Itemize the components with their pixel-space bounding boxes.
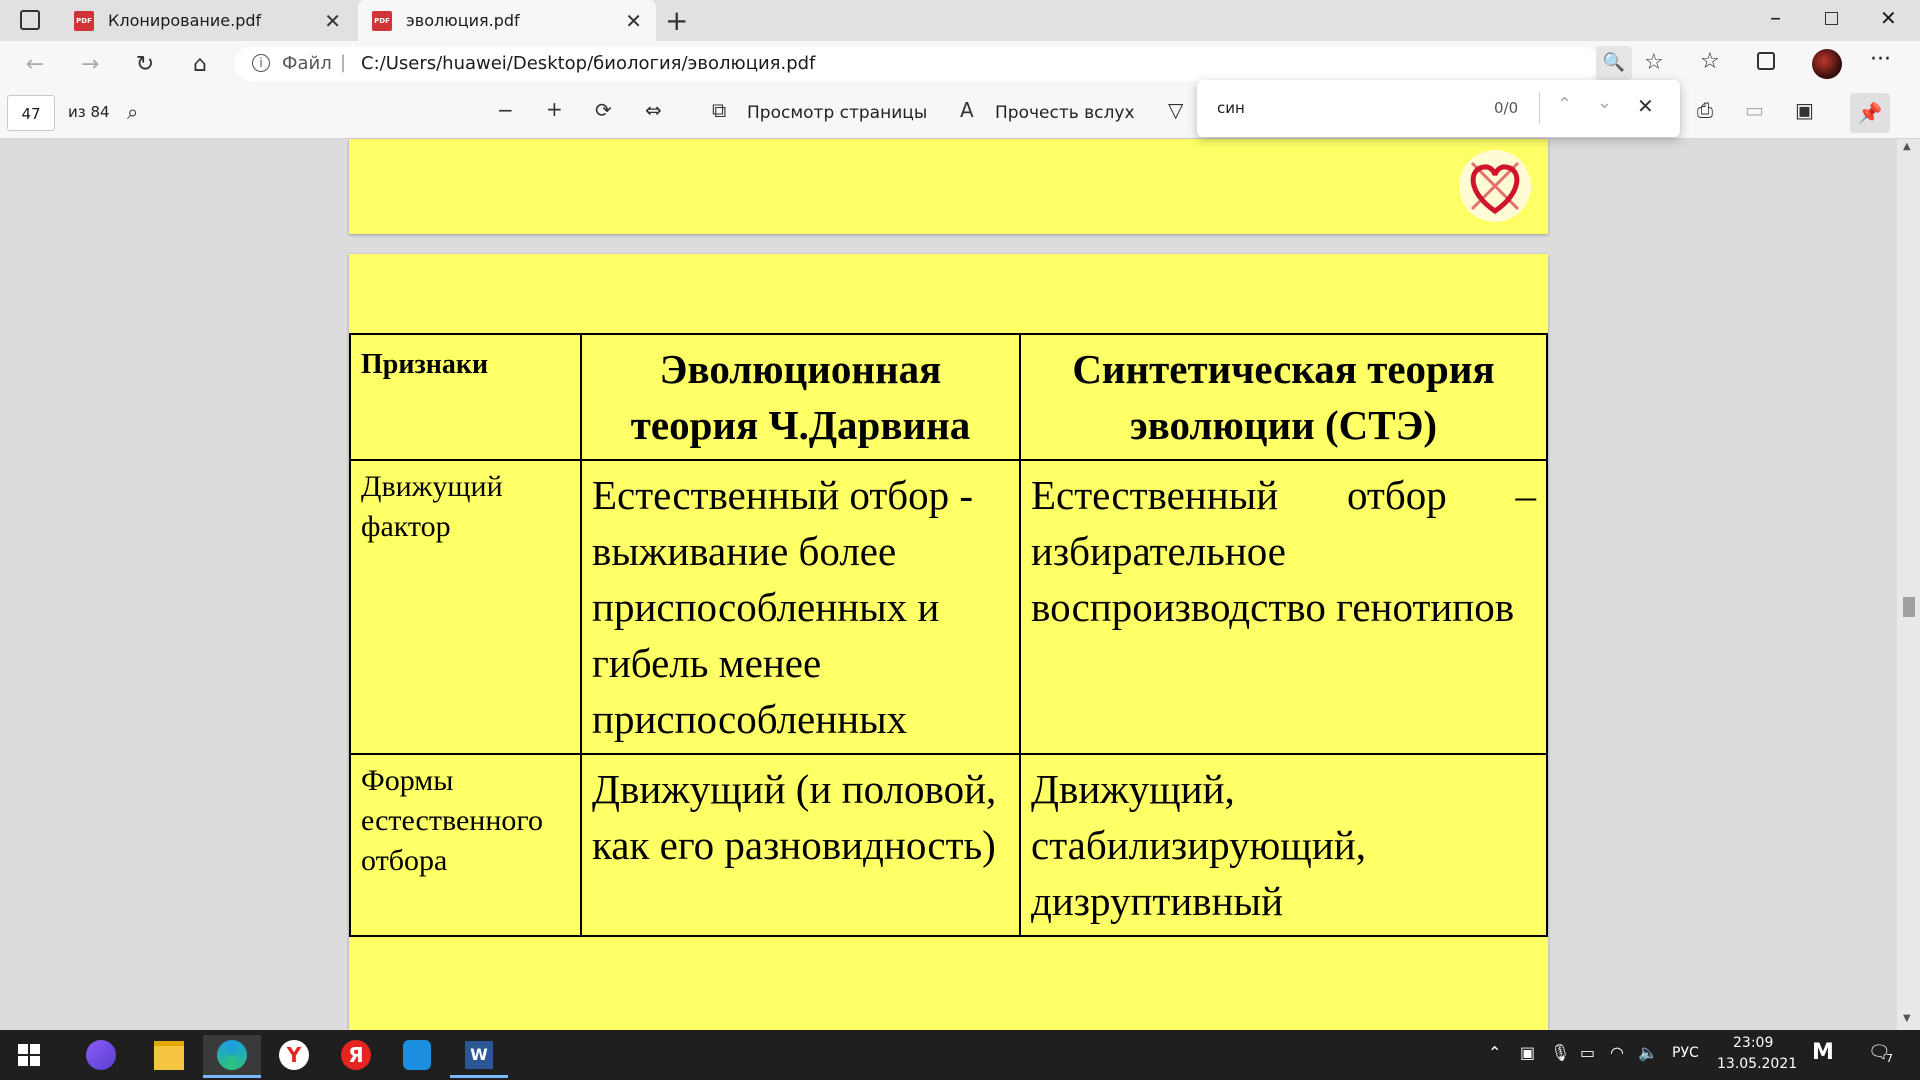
wifi-icon[interactable]: ◠ — [1610, 1043, 1624, 1062]
edge-browser-icon[interactable] — [203, 1035, 261, 1078]
tab-strip: PDF Клонирование.pdf ✕ PDF эволюция.pdf … — [0, 0, 1920, 41]
yandex-browser-icon[interactable]: Y — [265, 1035, 323, 1075]
table-row: Формы естественного отбора Движущий (и п… — [349, 753, 1548, 937]
minimize-button[interactable]: – — [1770, 6, 1781, 31]
file-explorer-icon[interactable] — [140, 1035, 198, 1075]
new-tab-button[interactable]: + — [665, 4, 688, 37]
address-separator: | — [340, 52, 347, 73]
scheme-label: Файл — [282, 53, 332, 74]
more-menu-button[interactable]: ··· — [1870, 47, 1891, 72]
home-button[interactable]: ⌂ — [185, 49, 215, 79]
notifications-count: 7 — [1886, 1052, 1893, 1065]
pin-toolbar-icon[interactable]: 📌 — [1850, 93, 1890, 133]
cell-ste-driving-factor: Естественный отбор – избирательное воспр… — [1019, 459, 1548, 755]
collections-button[interactable] — [1757, 52, 1775, 70]
microphone-icon[interactable]: 🎙 — [1550, 1043, 1570, 1062]
page-view-icon[interactable]: ⧉ — [712, 98, 726, 122]
pdf-viewer[interactable]: Признаки Эволюционная теория Ч.Дарвина С… — [0, 139, 1920, 1030]
evolution-comparison-table: Признаки Эволюционная теория Ч.Дарвина С… — [349, 333, 1548, 937]
print-icon[interactable]: ⎙ — [1697, 98, 1713, 122]
url-text[interactable]: C:/Users/huawei/Desktop/биология/эволюци… — [361, 53, 815, 74]
vertical-scrollbar[interactable]: ▲ ▼ — [1897, 139, 1920, 1030]
tray-expand-icon[interactable]: ⌃ — [1488, 1043, 1501, 1062]
start-button[interactable] — [0, 1035, 58, 1075]
address-bar[interactable]: i Файл | C:/Users/huawei/Desktop/биологи… — [234, 46, 1664, 81]
search-icon[interactable]: ⌕ — [127, 100, 138, 124]
add-favorite-icon[interactable]: ☆ — [1644, 50, 1664, 75]
page-total: из 84 — [68, 103, 110, 121]
pdf-file-icon: PDF — [372, 10, 392, 31]
page-number-input[interactable]: 47 — [7, 95, 55, 131]
info-icon[interactable]: i — [252, 54, 270, 72]
pdf-page-current: Признаки Эволюционная теория Ч.Дарвина С… — [349, 254, 1548, 1030]
refresh-button[interactable]: ↻ — [130, 49, 160, 79]
language-indicator[interactable]: РУС — [1672, 1045, 1699, 1061]
taskbar: Y Я W ⌃ ▣ 🎙 ▭ ◠ 🔈 РУС 23:09 13.05.2021 M… — [0, 1030, 1920, 1080]
header-features: Признаки — [349, 333, 582, 461]
word-icon[interactable]: W — [450, 1035, 508, 1078]
restore-button[interactable] — [1825, 12, 1838, 25]
page-view-button[interactable]: Просмотр страницы — [747, 103, 927, 123]
rotate-icon[interactable]: ⟳ — [595, 98, 612, 122]
clock-date[interactable]: 13.05.2021 — [1717, 1056, 1797, 1072]
find-divider — [1539, 92, 1540, 124]
page-search-icon[interactable]: 🔍 — [1596, 46, 1632, 80]
find-close-icon[interactable]: ✕ — [1637, 94, 1654, 118]
tab-title: эволюция.pdf — [406, 11, 520, 30]
zoom-in-icon[interactable]: + — [546, 97, 563, 121]
table-header-row: Признаки Эволюционная теория Ч.Дарвина С… — [349, 333, 1548, 461]
row-label-selection-forms: Формы естественного отбора — [349, 753, 582, 937]
cell-ste-selection-forms: Движущий, стабилизирующий, дизруптивный — [1019, 753, 1548, 937]
zoom-out-icon[interactable]: − — [497, 98, 514, 122]
profile-avatar[interactable] — [1812, 49, 1842, 79]
heart-logo — [1454, 145, 1536, 227]
tab-evolution-pdf[interactable]: PDF эволюция.pdf ✕ — [358, 0, 656, 41]
read-aloud-icon[interactable]: A — [960, 98, 974, 122]
fit-page-icon[interactable]: ⇔ — [645, 98, 662, 122]
tab-cloning-pdf[interactable]: PDF Клонирование.pdf ✕ — [60, 0, 355, 41]
find-input[interactable]: син — [1217, 99, 1245, 117]
battery-icon[interactable]: ▭ — [1580, 1043, 1595, 1062]
pdf-page-previous — [349, 139, 1548, 234]
scroll-down-icon[interactable]: ▼ — [1903, 1013, 1911, 1024]
save-icon[interactable]: ▭ — [1745, 98, 1764, 122]
header-darwin-theory: Эволюционная теория Ч.Дарвина — [580, 333, 1021, 461]
row-label-driving-factor: Движущий фактор — [349, 459, 582, 755]
app-m-icon[interactable]: M — [1812, 1040, 1834, 1065]
tab-close-icon[interactable]: ✕ — [324, 9, 341, 33]
scroll-up-icon[interactable]: ▲ — [1903, 141, 1911, 152]
tab-close-icon[interactable]: ✕ — [625, 9, 642, 33]
header-synthetic-theory: Синтетическая теория эволюции (СТЭ) — [1019, 333, 1548, 461]
table-row: Движущий фактор Естественный отбор - выж… — [349, 459, 1548, 755]
favorites-button[interactable]: ☆ — [1700, 49, 1720, 74]
volume-icon[interactable]: 🔈 — [1638, 1043, 1658, 1062]
messenger-icon[interactable] — [388, 1035, 446, 1075]
find-previous-icon[interactable]: ⌃ — [1557, 94, 1572, 115]
cell-darwin-driving-factor: Естественный отбор - выживание более при… — [580, 459, 1021, 755]
find-count: 0/0 — [1494, 99, 1519, 117]
tab-actions-icon[interactable] — [20, 10, 40, 30]
scroll-thumb[interactable] — [1903, 597, 1915, 617]
alice-assistant-icon[interactable] — [72, 1035, 130, 1075]
save-as-icon[interactable]: ▣ — [1795, 98, 1814, 122]
yandex-icon[interactable]: Я — [327, 1035, 385, 1075]
close-window-button[interactable]: ✕ — [1880, 6, 1897, 30]
draw-icon[interactable]: ▽ — [1168, 98, 1183, 122]
cell-darwin-selection-forms: Движущий (и половой, как его разновиднос… — [580, 753, 1021, 937]
meet-icon[interactable]: ▣ — [1520, 1043, 1535, 1062]
back-button[interactable]: ← — [20, 49, 50, 79]
find-next-icon[interactable]: ⌄ — [1597, 92, 1612, 113]
clock-time[interactable]: 23:09 — [1733, 1035, 1773, 1051]
tab-title: Клонирование.pdf — [108, 11, 262, 30]
find-on-page-popup: син 0/0 ⌃ ⌄ ✕ — [1197, 80, 1680, 137]
pdf-file-icon: PDF — [74, 10, 94, 31]
forward-button[interactable]: → — [75, 49, 105, 79]
read-aloud-button[interactable]: Прочесть вслух — [995, 103, 1135, 123]
